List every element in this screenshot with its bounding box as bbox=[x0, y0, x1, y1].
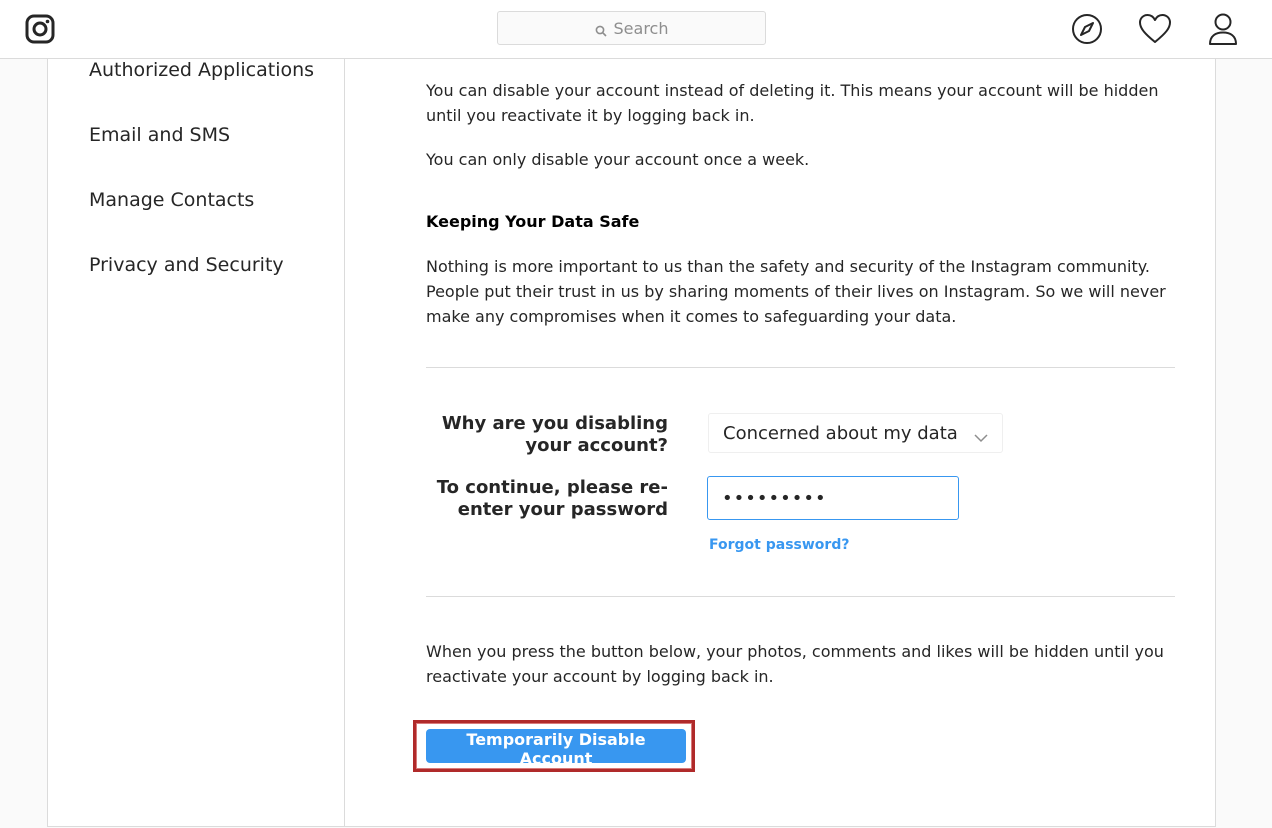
divider bbox=[426, 367, 1175, 368]
intro-text: You can disable your account instead of … bbox=[426, 81, 1159, 125]
reason-select-value: Concerned about my data bbox=[723, 422, 958, 444]
settings-card: Authorized Applications Email and SMS Ma… bbox=[47, 59, 1216, 827]
search-placeholder: Search bbox=[613, 18, 669, 38]
temporarily-disable-account-button[interactable]: Temporarily Disable Account bbox=[426, 729, 686, 768]
password-field[interactable] bbox=[707, 476, 959, 520]
forgot-password-link[interactable]: Forgot password? bbox=[709, 537, 849, 553]
password-label: To continue, please re-enter your passwo… bbox=[436, 477, 668, 520]
sidebar-item-email-and-sms[interactable]: Email and SMS bbox=[89, 124, 230, 146]
settings-sidebar: Authorized Applications Email and SMS Ma… bbox=[48, 59, 345, 826]
sidebar-item-privacy-and-security[interactable]: Privacy and Security bbox=[89, 254, 284, 276]
sidebar-item-manage-contacts[interactable]: Manage Contacts bbox=[89, 189, 254, 211]
disable-account-panel: You can disable your account instead of … bbox=[345, 59, 1215, 826]
data-safe-text: Nothing is more important to us than the… bbox=[426, 257, 1166, 326]
top-nav: Search bbox=[0, 0, 1272, 59]
chevron-down-icon bbox=[974, 427, 988, 443]
once-week-text: You can only disable your account once a… bbox=[426, 150, 810, 169]
sidebar-item-authorized-applications[interactable]: Authorized Applications bbox=[89, 59, 314, 81]
data-safe-heading: Keeping Your Data Safe bbox=[426, 212, 640, 231]
profile-icon[interactable] bbox=[1205, 11, 1241, 47]
instagram-logo-icon[interactable] bbox=[25, 14, 55, 44]
warning-text: When you press the button below, your ph… bbox=[426, 642, 1164, 686]
reason-label: Why are you disabling your account? bbox=[441, 413, 668, 456]
search-input[interactable]: Search bbox=[497, 11, 766, 45]
divider bbox=[426, 596, 1175, 597]
search-icon bbox=[595, 22, 607, 37]
reason-select[interactable]: Concerned about my data bbox=[708, 413, 1003, 453]
compass-icon[interactable] bbox=[1069, 11, 1105, 47]
heart-icon[interactable] bbox=[1137, 11, 1173, 47]
